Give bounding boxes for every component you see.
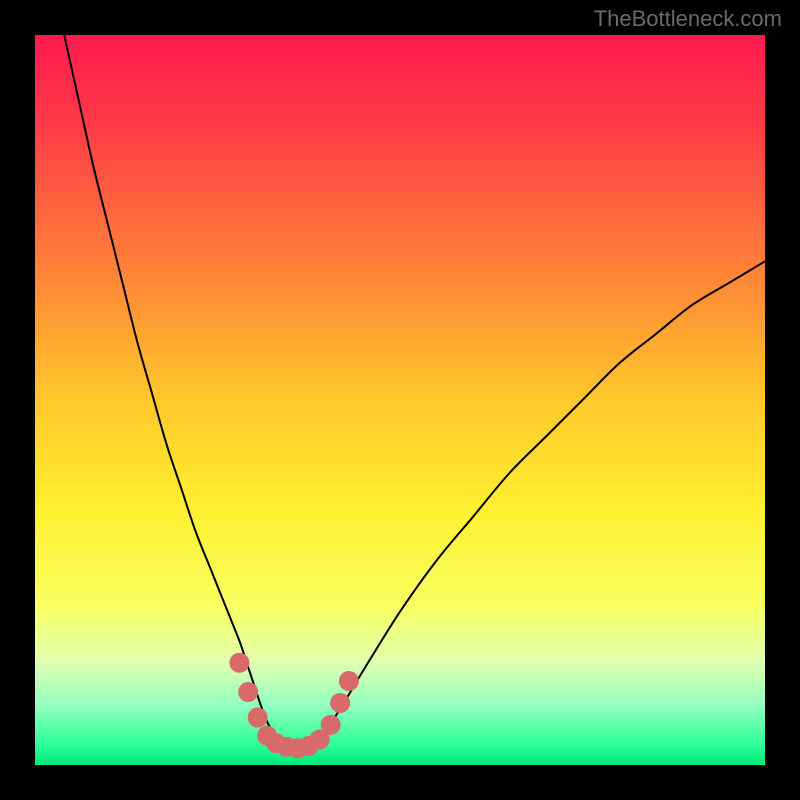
chart-plot-area <box>35 35 765 765</box>
highlight-dot <box>339 671 359 691</box>
highlight-dot <box>248 708 268 728</box>
watermark-text: TheBottleneck.com <box>594 6 782 32</box>
highlight-dot <box>229 653 249 673</box>
highlight-dot <box>238 682 258 702</box>
highlight-dot <box>330 693 350 713</box>
highlight-dot <box>321 715 341 735</box>
bottleneck-chart <box>35 35 765 765</box>
gradient-background <box>35 35 765 765</box>
